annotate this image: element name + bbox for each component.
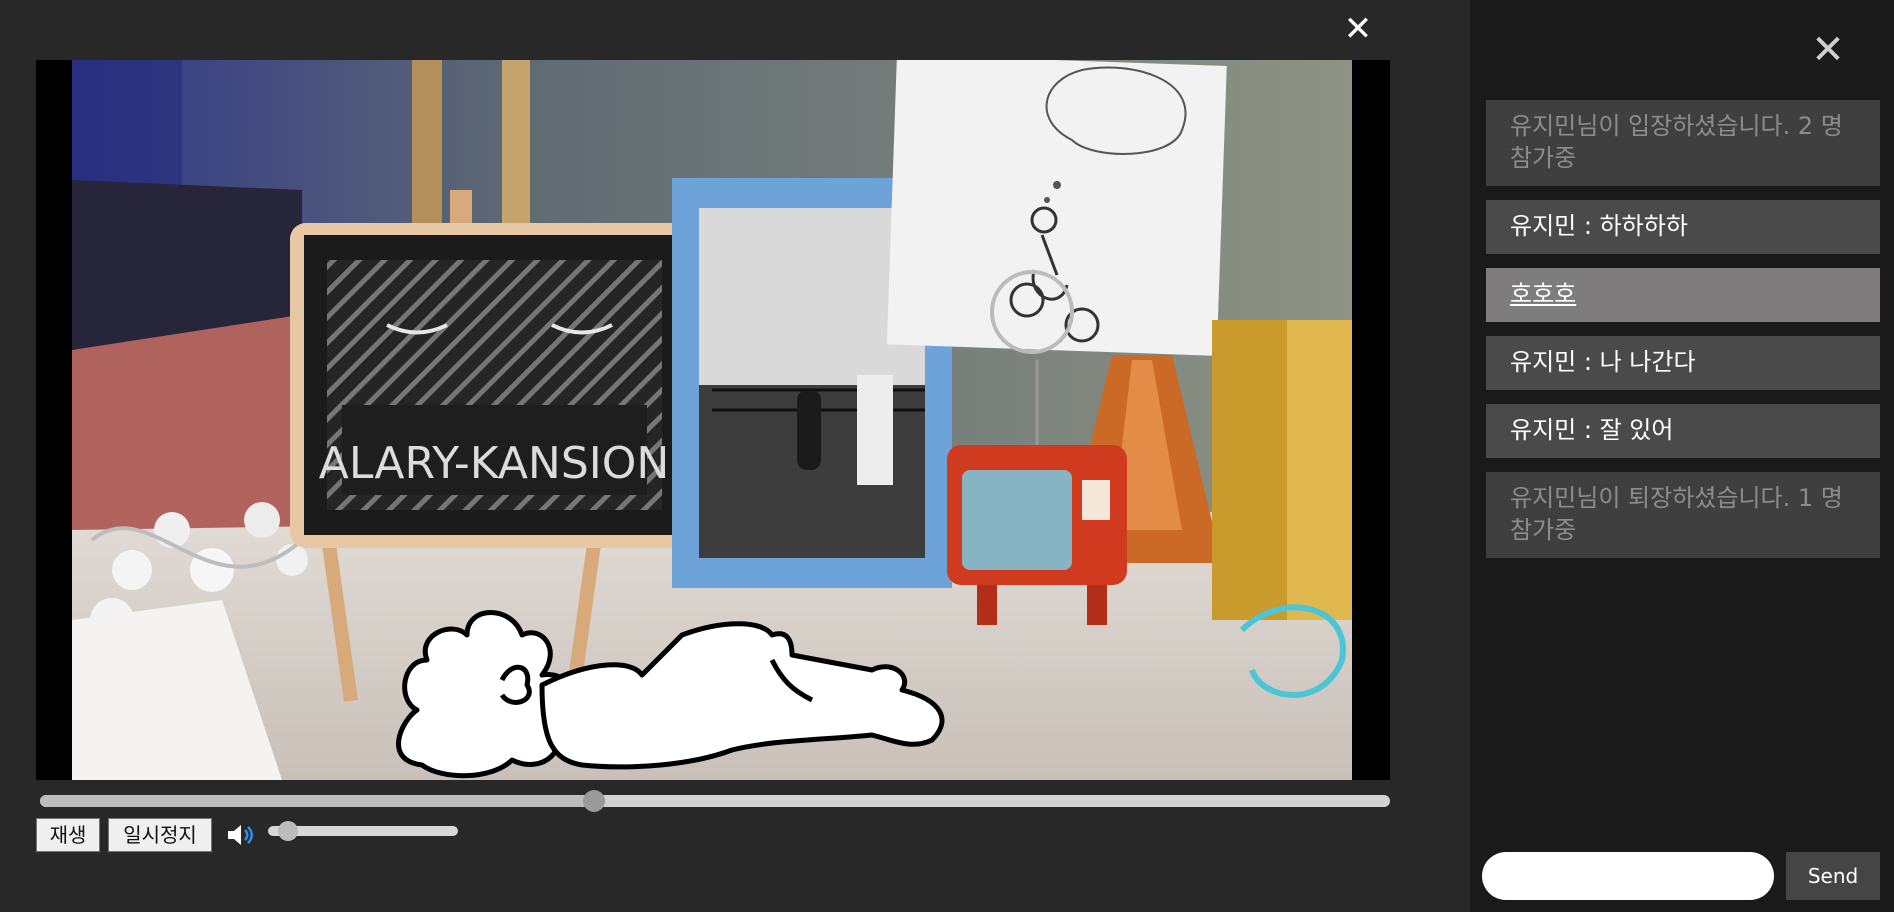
chat-message-system: 유지민님이 퇴장하셨습니다. 1 명 참가중: [1486, 472, 1880, 558]
video-panel: ✕ ALARY-KANSION 재생 일시정지: [0, 0, 1470, 912]
seek-handle[interactable]: [582, 790, 605, 812]
volume-handle[interactable]: [277, 821, 298, 841]
send-button[interactable]: Send: [1786, 852, 1880, 900]
speaker-icon[interactable]: [226, 822, 256, 848]
pause-button[interactable]: 일시정지: [108, 818, 212, 852]
chat-input[interactable]: [1482, 852, 1774, 900]
video-scene: ALARY-KANSION: [72, 60, 1352, 780]
seek-progress: [40, 795, 594, 807]
chat-message: 유지민 : 나 나간다: [1486, 336, 1880, 390]
chalkboard-text: ALARY-KANSION: [319, 438, 670, 489]
chat-message-system: 유지민님이 입장하셨습니다. 2 명 참가중: [1486, 100, 1880, 186]
volume-slider[interactable]: [268, 821, 458, 841]
chat-message: 유지민 : 하하하하: [1486, 200, 1880, 254]
play-button[interactable]: 재생: [36, 818, 100, 852]
video-player[interactable]: ALARY-KANSION: [36, 60, 1390, 780]
seek-bar[interactable]: [40, 790, 1390, 812]
chat-message-highlighted[interactable]: 호호호: [1486, 268, 1880, 322]
video-frame: ALARY-KANSION: [72, 60, 1352, 780]
chat-message: 유지민 : 잘 있어: [1486, 404, 1880, 458]
close-chat-button[interactable]: ✕: [1808, 30, 1848, 70]
close-player-button[interactable]: ✕: [1342, 10, 1374, 48]
